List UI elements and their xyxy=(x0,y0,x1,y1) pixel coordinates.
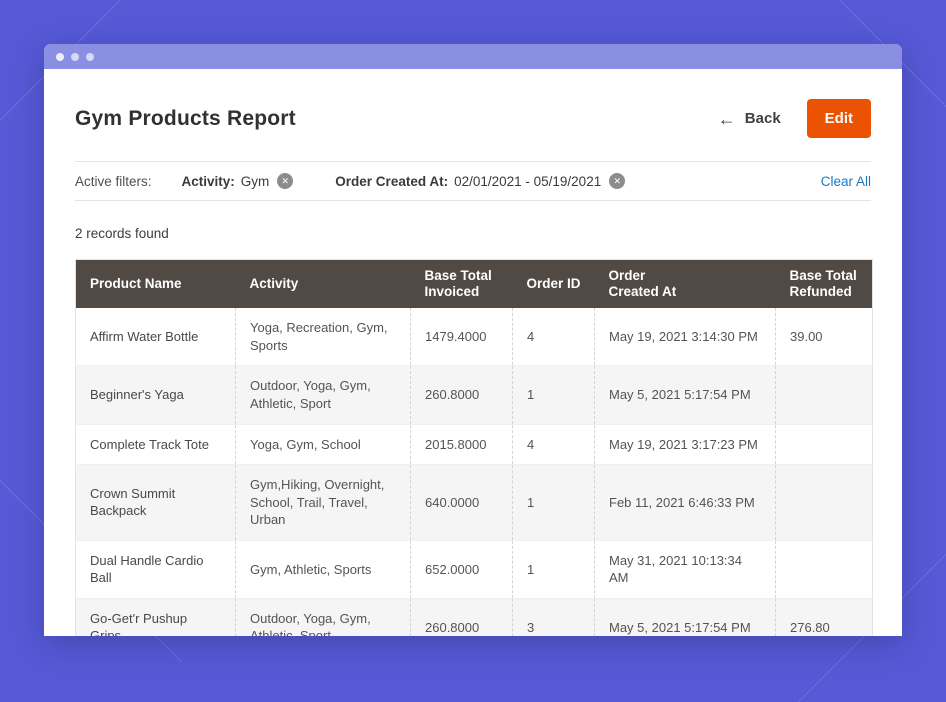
column-header[interactable]: Order ID xyxy=(513,260,595,309)
table-cell: May 5, 2021 5:17:54 PM xyxy=(595,598,776,636)
window-titlebar xyxy=(44,44,902,69)
table-cell: Outdoor, Yoga, Gym, Athletic, Sport xyxy=(236,598,411,636)
app-window: Gym Products Report ← Back Edit Active f… xyxy=(44,44,902,636)
edit-button[interactable]: Edit xyxy=(807,99,871,138)
table-row: Crown Summit BackpackGym,Hiking, Overnig… xyxy=(76,465,873,541)
table-cell: Go-Get'r Pushup Grips xyxy=(76,598,236,636)
table-cell: Affirm Water Bottle xyxy=(76,308,236,366)
back-button[interactable]: ← Back xyxy=(718,110,781,128)
table-cell: 3 xyxy=(513,598,595,636)
report-table: Product NameActivityBase Total InvoicedO… xyxy=(75,259,873,636)
table-row: Affirm Water BottleYoga, Recreation, Gym… xyxy=(76,308,873,366)
table-cell: Feb 11, 2021 6:46:33 PM xyxy=(595,465,776,541)
column-header[interactable]: Order Created At xyxy=(595,260,776,309)
table-cell: May 5, 2021 5:17:54 PM xyxy=(595,366,776,424)
table-cell: Gym,Hiking, Overnight, School, Trail, Tr… xyxy=(236,465,411,541)
table-cell: Beginner's Yaga xyxy=(76,366,236,424)
table-cell: 260.8000 xyxy=(411,366,513,424)
table-cell: 1479.4000 xyxy=(411,308,513,366)
window-dot-icon xyxy=(86,53,94,61)
table-cell: 1 xyxy=(513,465,595,541)
remove-filter-icon[interactable]: ✕ xyxy=(609,173,625,189)
back-arrow-icon: ← xyxy=(718,110,736,128)
table-cell: Crown Summit Backpack xyxy=(76,465,236,541)
table-cell: Outdoor, Yoga, Gym, Athletic, Sport xyxy=(236,366,411,424)
filter-value: 02/01/2021 - 05/19/2021 xyxy=(454,174,601,189)
active-filters-label: Active filters: xyxy=(75,174,152,189)
filter-value: Gym xyxy=(241,174,270,189)
clear-all-filters-link[interactable]: Clear All xyxy=(821,174,871,189)
column-header[interactable]: Base Total Refunded xyxy=(776,260,873,309)
filter-chip-activity: Activity: Gym ✕ xyxy=(182,173,294,189)
table-cell: Complete Track Tote xyxy=(76,424,236,465)
records-found-text: 2 records found xyxy=(75,226,871,241)
table-row: Complete Track ToteYoga, Gym, School2015… xyxy=(76,424,873,465)
table-cell: Yoga, Recreation, Gym, Sports xyxy=(236,308,411,366)
table-cell: May 31, 2021 10:13:34 AM xyxy=(595,540,776,598)
table-cell: 39.00 xyxy=(776,308,873,366)
table-cell xyxy=(776,465,873,541)
filter-name: Order Created At: xyxy=(335,174,448,189)
column-header[interactable]: Base Total Invoiced xyxy=(411,260,513,309)
filter-name: Activity: xyxy=(182,174,235,189)
table-row: Go-Get'r Pushup GripsOutdoor, Yoga, Gym,… xyxy=(76,598,873,636)
back-label: Back xyxy=(745,110,781,127)
column-header[interactable]: Product Name xyxy=(76,260,236,309)
table-cell xyxy=(776,424,873,465)
table-header-row: Product NameActivityBase Total InvoicedO… xyxy=(76,260,873,309)
table-cell: 4 xyxy=(513,424,595,465)
window-dot-icon xyxy=(71,53,79,61)
table-cell: Dual Handle Cardio Ball xyxy=(76,540,236,598)
filter-chip-order-created-at: Order Created At: 02/01/2021 - 05/19/202… xyxy=(335,173,625,189)
table-cell: 1 xyxy=(513,366,595,424)
column-header[interactable]: Activity xyxy=(236,260,411,309)
table-cell: May 19, 2021 3:17:23 PM xyxy=(595,424,776,465)
page-header: Gym Products Report ← Back Edit xyxy=(75,69,871,138)
table-cell: 640.0000 xyxy=(411,465,513,541)
table-cell: May 19, 2021 3:14:30 PM xyxy=(595,308,776,366)
table-cell: 4 xyxy=(513,308,595,366)
table-row: Beginner's YagaOutdoor, Yoga, Gym, Athle… xyxy=(76,366,873,424)
active-filters-bar: Active filters: Activity: Gym ✕ Order Cr… xyxy=(75,161,871,201)
table-cell: 2015.8000 xyxy=(411,424,513,465)
table-cell xyxy=(776,540,873,598)
table-cell: 652.0000 xyxy=(411,540,513,598)
remove-filter-icon[interactable]: ✕ xyxy=(277,173,293,189)
table-cell xyxy=(776,366,873,424)
table-cell: 1 xyxy=(513,540,595,598)
table-row: Dual Handle Cardio BallGym, Athletic, Sp… xyxy=(76,540,873,598)
table-cell: Yoga, Gym, School xyxy=(236,424,411,465)
table-body: Affirm Water BottleYoga, Recreation, Gym… xyxy=(76,308,873,636)
table-cell: 260.8000 xyxy=(411,598,513,636)
table-cell: Gym, Athletic, Sports xyxy=(236,540,411,598)
page-title: Gym Products Report xyxy=(75,107,718,131)
table-cell: 276.80 xyxy=(776,598,873,636)
window-dot-icon xyxy=(56,53,64,61)
page-content: Gym Products Report ← Back Edit Active f… xyxy=(44,69,902,636)
